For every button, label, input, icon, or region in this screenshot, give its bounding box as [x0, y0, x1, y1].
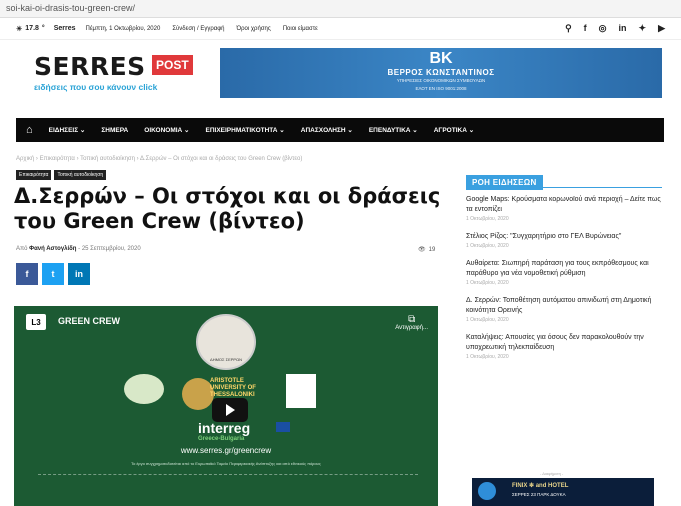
list-item[interactable]: Στέλιος Ρίζος: "Συγχαρητήριο στο ΓΕΛ Βυρ… [466, 232, 662, 249]
nav-item-business[interactable]: ΕΠΙΧΕΙΡΗΜΑΤΙΚΟΤΗΤΑ ⌄ [206, 126, 285, 134]
category-tags: Επικαιρότητα Τοπική αυτοδιοίκηση [16, 170, 107, 180]
university-name: ARISTOTLE UNIVERSITY OF THESSALONIKI [210, 378, 256, 398]
youtube-icon[interactable]: ▶ [658, 23, 665, 34]
nav-item-news[interactable]: ΕΙΔΗΣΕΙΣ ⌄ [49, 126, 86, 134]
main-nav: ⌂ ΕΙΔΗΣΕΙΣ ⌄ ΣΗΜΕΡΑ ΟΙΚΟΝΟΜΙΑ ⌄ ΕΠΙΧΕΙΡΗ… [16, 118, 664, 142]
news-title[interactable]: Google Maps: Κρούσματα κορωνοϊού ανά περ… [466, 195, 662, 215]
about-link[interactable]: Ποιοι είμαστε [283, 26, 318, 32]
sidebar-ad[interactable]: FINIX ✻ and HOTEL ΣΕΡΡΕΣ 23 ΠΑΡΚ ΔΟΥΚΑ [472, 478, 654, 506]
list-item[interactable]: Google Maps: Κρούσματα κορωνοϊού ανά περ… [466, 195, 662, 222]
banner-cert: ΕΛΟΤ EN ISO 9001:2008 [415, 86, 467, 91]
facebook-icon[interactable]: f [584, 23, 587, 34]
site-logo[interactable]: SERRES POST ειδήσεις που σου κάνουν clic… [32, 52, 204, 92]
author-link[interactable]: Φανή Αστογλίδη [29, 246, 76, 252]
terms-link[interactable]: Όροι χρήσης [236, 26, 270, 32]
copy-icon: ⧉ [408, 314, 416, 325]
article-title: Δ.Σερρών – Οι στόχοι και οι δράσεις του … [14, 184, 441, 233]
news-feed-sidebar: ΡΟΗ ΕΙΔΗΣΕΩΝ Google Maps: Κρούσματα κορω… [466, 172, 662, 370]
logo-name: SERRES [34, 52, 146, 81]
program-name: interreg [198, 420, 251, 436]
ad-subtitle: ΣΕΡΡΕΣ 23 ΠΑΡΚ ΔΟΥΚΑ [512, 492, 566, 497]
home-icon[interactable]: ⌂ [26, 124, 33, 136]
news-title[interactable]: Στέλιος Ρίζος: "Συγχαρητήριο στο ΓΕΛ Βυρ… [466, 232, 662, 242]
seal-text: ΔΗΜΟΣ ΣΕΡΡΩΝ [210, 357, 242, 362]
banner-name: ΒΕΡΡΟΣ ΚΩΝΣΤΑΝΤΙΝΟΣ [387, 68, 495, 77]
instagram-icon[interactable]: ◎ [599, 23, 607, 34]
municipality-seal: ΔΗΜΟΣ ΣΕΡΡΩΝ [196, 314, 256, 370]
twitter-icon[interactable]: ✦ [639, 23, 647, 34]
ad-title: FINIX ✻ and HOTEL [512, 483, 569, 489]
channel-avatar[interactable]: L3 [26, 314, 46, 330]
decorative-doodles [38, 474, 418, 498]
news-list: Google Maps: Κρούσματα κορωνοϊού ανά περ… [466, 195, 662, 360]
sun-icon: ☀ [16, 25, 23, 33]
temperature-unit: ° [41, 25, 45, 32]
nav-item-today[interactable]: ΣΗΜΕΡΑ [101, 127, 128, 134]
category-tag[interactable]: Τοπική αυτοδιοίκηση [54, 170, 107, 180]
publish-date: - 25 Σεπτεμβρίου, 2020 [78, 246, 141, 252]
ad-label: - Διαφήμιση - [540, 471, 564, 476]
news-title[interactable]: Καταλήψεις: Απουσίες για όσους δεν παρακ… [466, 333, 662, 353]
linkedin-share-button[interactable]: in [68, 263, 90, 285]
article-meta: Από Φανή Αστογλίδη - 25 Σεπτεμβρίου, 202… [16, 246, 141, 252]
news-date: 1 Οκτωβρίου, 2020 [466, 243, 509, 249]
news-feed-title: ΡΟΗ ΕΙΔΗΣΕΩΝ [466, 175, 543, 190]
nav-item-employment[interactable]: ΑΠΑΣΧΟΛΗΣΗ ⌄ [301, 126, 353, 134]
play-button[interactable] [212, 398, 248, 422]
address-bar[interactable]: soi-kai-oi-drasis-tou-green-crew/ [0, 0, 681, 18]
nav-item-investment[interactable]: ΕΠΕΝΔΥΤΙΚΑ ⌄ [369, 126, 418, 134]
news-title[interactable]: Δ. Σερρών: Τοποθέτηση αυτόματου απινιδωτ… [466, 296, 662, 316]
list-item[interactable]: Αυθαίρετα: Σιωπηρή παράταση για τους εκπ… [466, 259, 662, 286]
twitter-share-button[interactable]: t [42, 263, 64, 285]
eu-flag-icon [276, 422, 290, 432]
login-link[interactable]: Σύνδεση / Εγγραφή [172, 26, 224, 32]
news-title[interactable]: Αυθαίρετα: Σιωπηρή παράταση για τους εκπ… [466, 259, 662, 279]
logo-badge: POST [152, 55, 193, 75]
breadcrumb[interactable]: Αρχική › Επικαιρότητα › Τοπική αυτοδιοίκ… [16, 156, 302, 162]
news-date: 1 Οκτωβρίου, 2020 [466, 317, 509, 323]
eye-icon: 👁 [418, 247, 426, 253]
news-date: 1 Οκτωβρίου, 2020 [466, 216, 509, 222]
current-date: Πέμπτη, 1 Οκτωβρίου, 2020 [85, 25, 161, 32]
news-date: 1 Οκτωβρίου, 2020 [466, 354, 509, 360]
copy-label: Αντιγραφή... [395, 325, 428, 331]
social-links: ⚲ f ◎ in ✦ ▶ [565, 23, 665, 34]
program-region: Greece-Bulgaria [198, 436, 245, 442]
news-feed-heading: ΡΟΗ ΕΙΔΗΣΕΩΝ [466, 172, 662, 190]
ad-logo-icon [478, 482, 496, 500]
banner-mark: BK [429, 50, 453, 67]
category-tag[interactable]: Επικαιρότητα [16, 170, 52, 180]
by-label: Από [16, 246, 28, 252]
banner-subtitle: ΥΠΗΡΕΣΙΕΣ ΟΙΚΟΝΟΜΙΚΩΝ ΣΥΜΒΟΥΛΩΝ [396, 78, 486, 83]
partner-logo [286, 374, 316, 408]
search-icon[interactable]: ⚲ [565, 23, 572, 34]
video-player[interactable]: L3 GREEN CREW ⧉ Αντιγραφή... ΔΗΜΟΣ ΣΕΡΡΩ… [14, 306, 438, 506]
ad-banner[interactable]: BK ΒΕΡΡΟΣ ΚΩΝΣΤΑΝΤΙΝΟΣ ΥΠΗΡΕΣΙΕΣ ΟΙΚΟΝΟΜ… [220, 48, 662, 98]
temperature: 17.8 [25, 25, 39, 32]
city-name: Serres [53, 25, 76, 32]
nav-item-economy[interactable]: ΟΙΚΟΝΟΜΙΑ ⌄ [144, 126, 189, 134]
view-count-value: 19 [428, 246, 436, 253]
list-item[interactable]: Καταλήψεις: Απουσίες για όσους δεν παρακ… [466, 333, 662, 360]
weather-widget: ☀ 17.8 ° Serres [16, 25, 76, 33]
site-header: SERRES POST ειδήσεις που σου κάνουν clic… [0, 40, 681, 112]
facebook-share-button[interactable]: f [16, 263, 38, 285]
copy-link-button[interactable]: ⧉ Αντιγραφή... [395, 314, 428, 331]
top-bar: ☀ 17.8 ° Serres Πέμπτη, 1 Οκτωβρίου, 2020… [0, 18, 681, 40]
list-item[interactable]: Δ. Σερρών: Τοποθέτηση αυτόματου απινιδωτ… [466, 296, 662, 323]
linkedin-icon[interactable]: in [619, 23, 627, 34]
share-buttons: f t in [16, 263, 90, 285]
video-title[interactable]: GREEN CREW [58, 316, 120, 326]
nav-item-agriculture[interactable]: ΑΓΡΟΤΙΚΑ ⌄ [434, 126, 474, 134]
logo-tagline: ειδήσεις που σου κάνουν click [34, 82, 158, 92]
news-date: 1 Οκτωβρίου, 2020 [466, 280, 509, 286]
view-count: 👁 19 [418, 246, 436, 254]
partner-logo [124, 374, 164, 404]
video-url: www.serres.gr/greencrew [180, 446, 272, 455]
funding-text: Το έργο συγχρηματοδοτείται από το Ευρωπα… [131, 461, 321, 466]
